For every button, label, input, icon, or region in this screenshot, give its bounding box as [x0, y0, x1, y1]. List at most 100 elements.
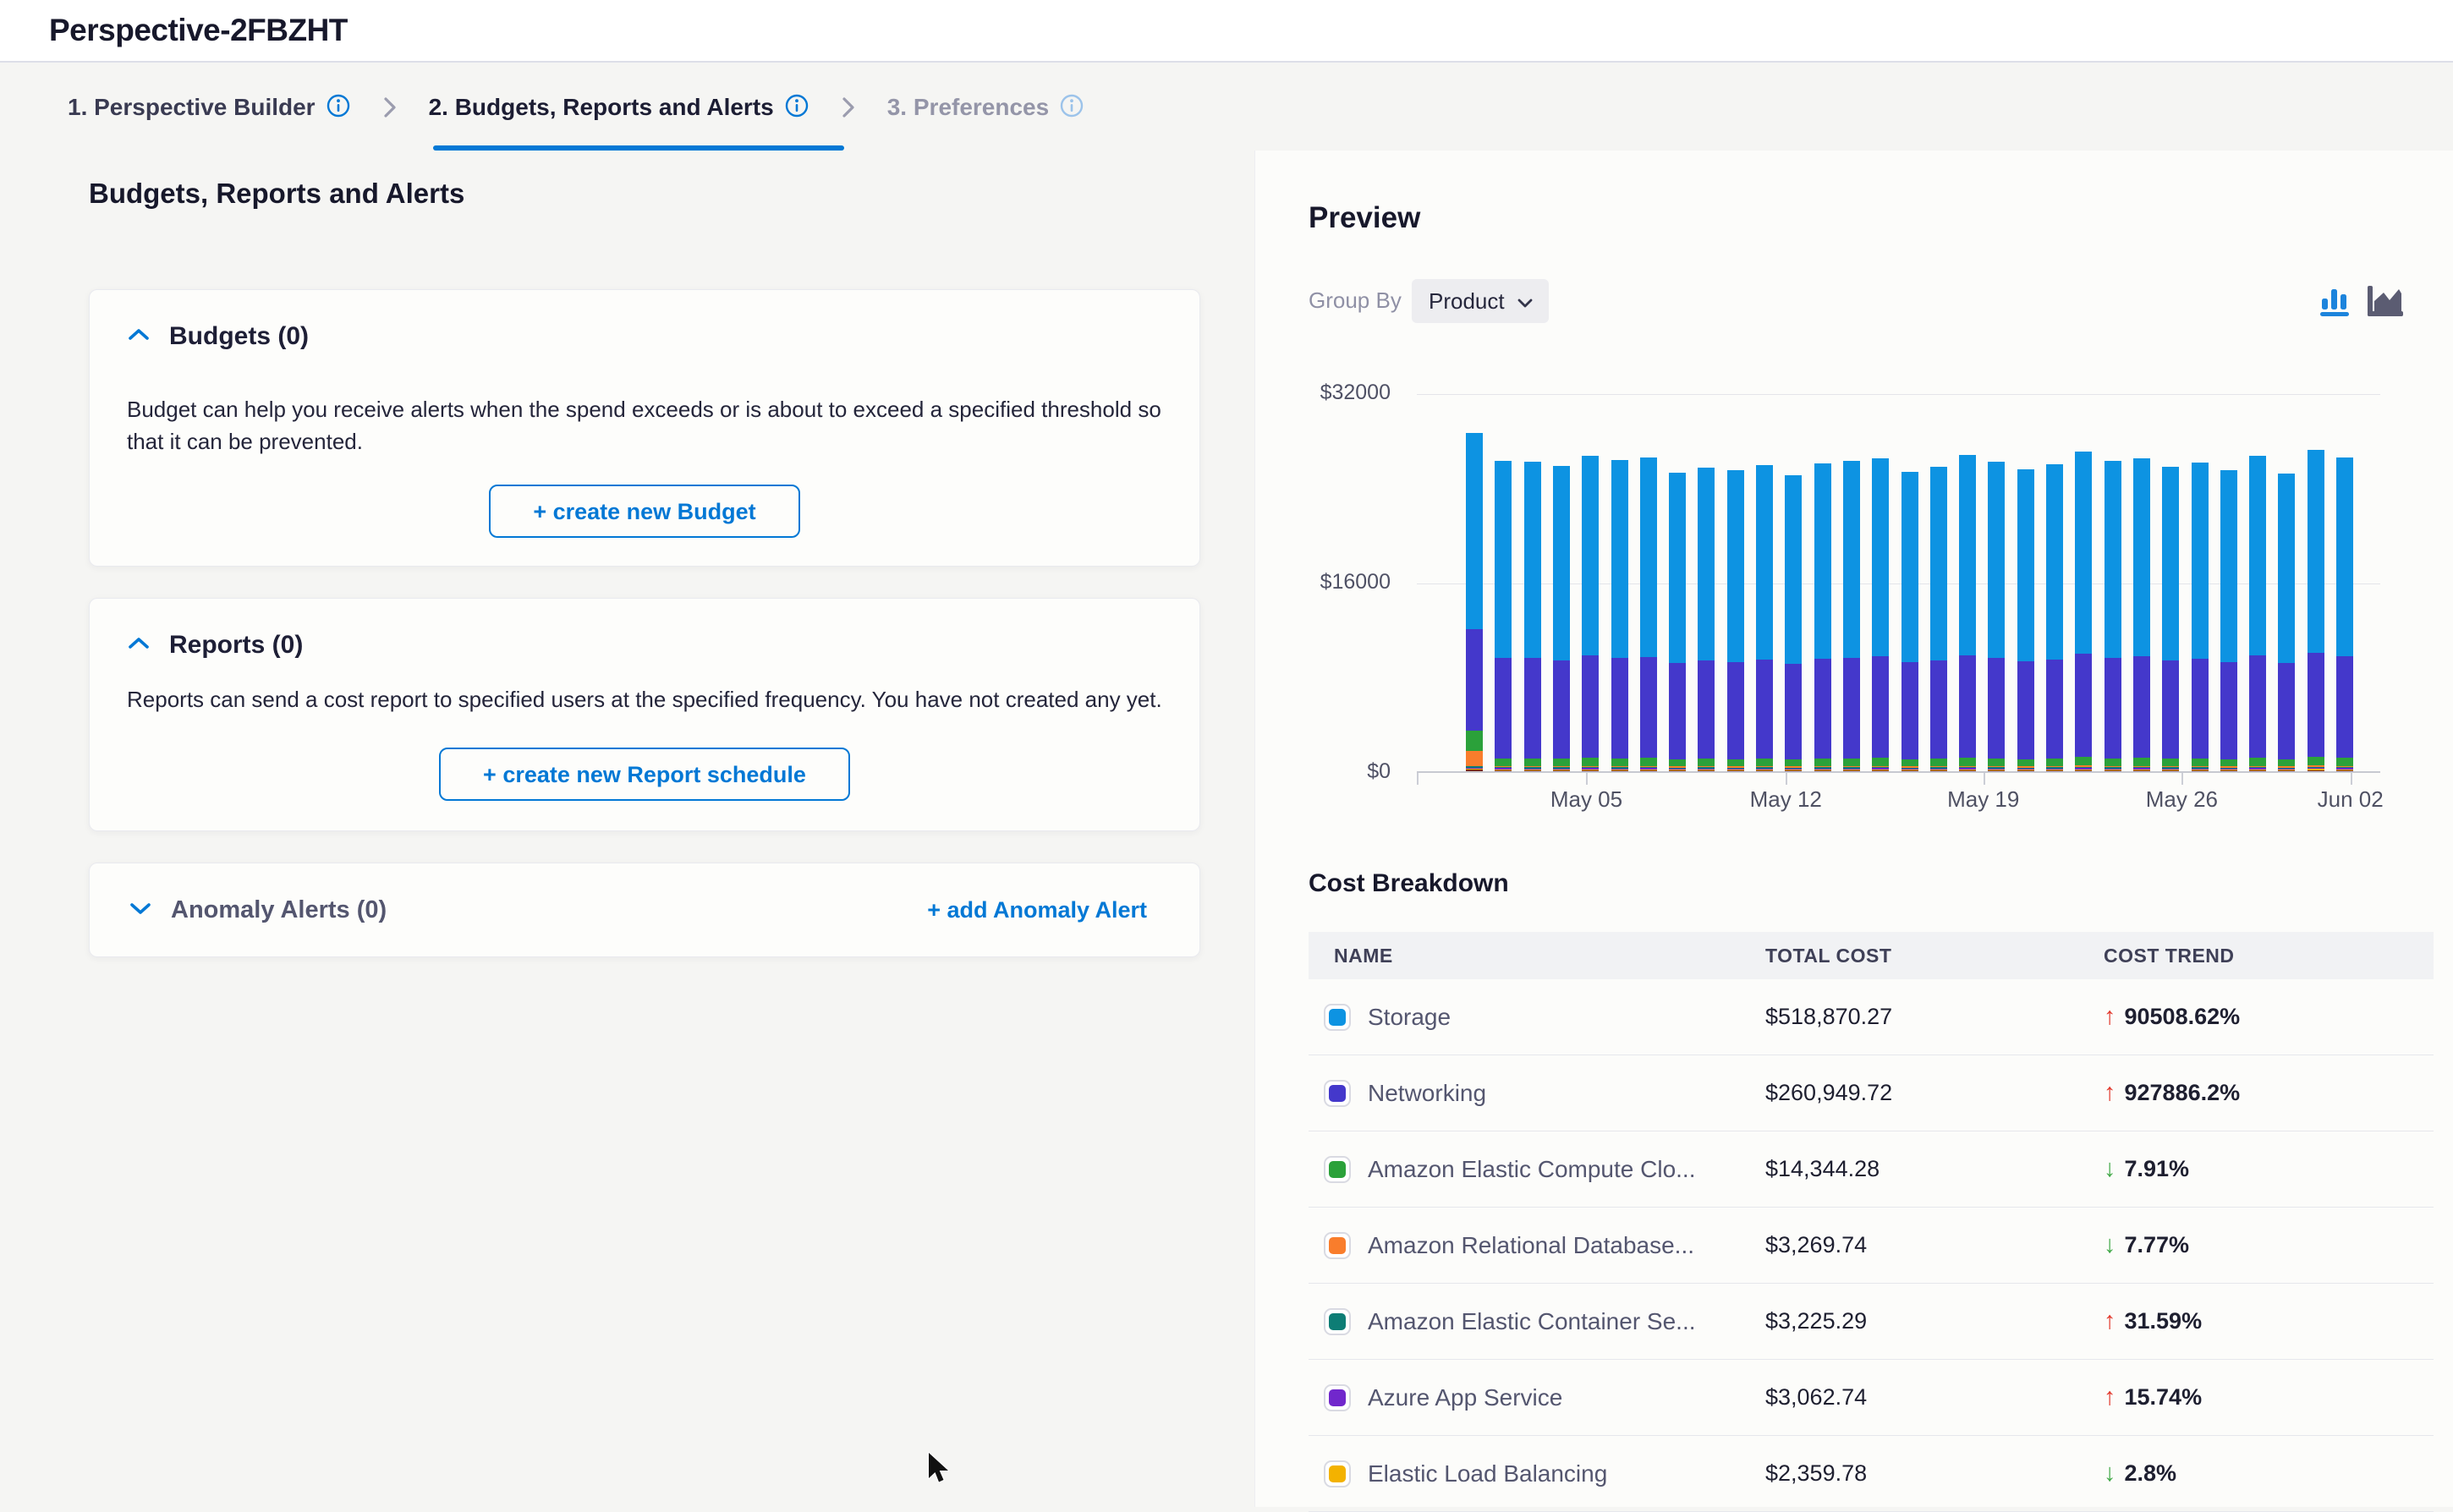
chart-bar[interactable] [2278, 474, 2295, 771]
trend-up-arrow-icon: ↑ [2104, 1081, 2116, 1105]
table-row[interactable]: Networking$260,949.72↑927886.2% [1309, 1055, 2434, 1131]
table-row[interactable]: Amazon Elastic Compute Clo... $14,344.28↓… [1309, 1131, 2434, 1208]
chart-bar[interactable] [1553, 466, 1570, 771]
product-name: Elastic Load Balancing [1368, 1460, 1607, 1487]
create-budget-button[interactable]: + create new Budget [489, 485, 799, 538]
chart-bar[interactable] [1669, 473, 1686, 771]
chart-bar[interactable] [1524, 462, 1541, 771]
x-axis-label: May 19 [1947, 786, 2019, 813]
perspective-title: Perspective-2FBZHT [49, 0, 348, 61]
legend-color-swatch [1324, 1232, 1351, 1259]
reports-collapse-toggle[interactable]: Reports (0) [90, 599, 1199, 660]
info-icon [326, 93, 351, 123]
table-row[interactable]: Storage$518,870.27↑90508.62% [1309, 979, 2434, 1055]
total-cost-value: $3,225.29 [1765, 1308, 2104, 1334]
add-anomaly-alert-link[interactable]: + add Anomaly Alert [927, 897, 1147, 923]
chart-bar[interactable] [2220, 470, 2237, 771]
legend-color-swatch [1324, 1308, 1351, 1335]
chart-bar[interactable] [1727, 470, 1744, 771]
total-cost-value: $2,359.78 [1765, 1460, 2104, 1487]
trend-down-arrow-icon: ↓ [2104, 1157, 2116, 1181]
legend-color-swatch [1324, 1080, 1351, 1107]
total-cost-value: $3,062.74 [1765, 1384, 2104, 1411]
total-cost-value: $3,269.74 [1765, 1232, 2104, 1258]
product-name: Networking [1368, 1080, 1486, 1107]
table-row[interactable]: Azure App Service$3,062.74↑15.74% [1309, 1360, 2434, 1436]
total-cost-value: $14,344.28 [1765, 1156, 2104, 1182]
axis-tick [1417, 773, 1419, 785]
chart-bar[interactable] [2017, 469, 2034, 771]
cost-trend-value: ↓7.77% [2104, 1232, 2434, 1258]
budgets-collapse-toggle[interactable]: Budgets (0) [90, 290, 1199, 351]
tab-preferences[interactable]: 3. Preferences [887, 93, 1084, 123]
legend-color-swatch [1324, 1004, 1351, 1031]
y-axis-label: $0 [1265, 759, 1391, 784]
axis-tick [1786, 773, 1787, 785]
chart-bar[interactable] [1785, 475, 1802, 771]
chart-bar[interactable] [1988, 462, 2005, 771]
chart-bar[interactable] [2336, 457, 2353, 771]
cost-trend-value: ↓7.91% [2104, 1156, 2434, 1182]
wizard-tab-bar: 1. Perspective Builder 2. Budgets, Repor… [0, 64, 2453, 151]
app-header: Perspective-2FBZHT [0, 0, 2453, 63]
chart-bar[interactable] [1640, 457, 1657, 771]
chevron-up-icon [127, 636, 151, 655]
tab-label: 2. Budgets, Reports and Alerts [429, 94, 774, 121]
chart-bar[interactable] [1872, 458, 1889, 771]
reports-description: Reports can send a cost report to specif… [127, 683, 1162, 715]
chart-bar[interactable] [2249, 456, 2266, 771]
chart-bar[interactable] [1959, 455, 1976, 771]
cost-trend-value: ↑927886.2% [2104, 1080, 2434, 1106]
chart-bar[interactable] [1698, 468, 1715, 771]
product-name: Amazon Elastic Compute Clo... [1368, 1156, 1696, 1183]
page-heading: Budgets, Reports and Alerts [89, 178, 464, 210]
chart-plot [1417, 394, 2380, 773]
chart-bar[interactable] [2308, 450, 2324, 771]
left-pane: Budgets, Reports and Alerts Budgets (0) … [0, 151, 1254, 1507]
x-axis: May 05May 12May 19May 26Jun 02 [1417, 786, 2380, 817]
chart-bar[interactable] [1756, 465, 1773, 771]
chevron-up-icon [127, 327, 151, 347]
chevron-right-icon [840, 94, 857, 121]
table-row[interactable]: Amazon Relational Database...$3,269.74↓7… [1309, 1208, 2434, 1284]
x-axis-label: May 12 [1750, 786, 1822, 813]
chart-bar[interactable] [2162, 467, 2179, 771]
tab-budgets-reports-alerts[interactable]: 2. Budgets, Reports and Alerts [429, 93, 809, 123]
axis-tick [1586, 773, 1588, 785]
gridline [1417, 394, 2380, 395]
chart-bar[interactable] [1843, 461, 1860, 771]
chart-bar[interactable] [1611, 460, 1628, 771]
info-icon [1059, 93, 1084, 123]
anomaly-collapse-toggle[interactable]: Anomaly Alerts (0) [129, 896, 387, 924]
chart-bar[interactable] [1582, 456, 1599, 771]
anomaly-alerts-card: Anomaly Alerts (0) + add Anomaly Alert [89, 863, 1200, 957]
reports-card: Reports (0) Reports can send a cost repo… [89, 598, 1200, 831]
x-axis-label: May 05 [1550, 786, 1622, 813]
trend-down-arrow-icon: ↓ [2104, 1461, 2116, 1486]
y-axis-label: $32000 [1265, 381, 1391, 405]
chart-bar[interactable] [2075, 452, 2092, 771]
chevron-down-icon [129, 901, 152, 920]
trend-up-arrow-icon: ↑ [2104, 1309, 2116, 1334]
table-row[interactable]: Elastic Load Balancing$2,359.78↓2.8% [1309, 1436, 2434, 1512]
table-row[interactable]: Amazon Elastic Container Se...$3,225.29↑… [1309, 1284, 2434, 1360]
legend-color-swatch [1324, 1384, 1351, 1411]
preview-chart: $32000 $16000 $0 May 05May 12May 19May 2… [1255, 151, 2453, 835]
chart-bar[interactable] [1814, 463, 1831, 771]
cost-breakdown-header: NAME TOTAL COST COST TREND [1309, 932, 2434, 979]
chart-bar[interactable] [1466, 433, 1483, 771]
budgets-card: Budgets (0) Budget can help you receive … [89, 289, 1200, 567]
preview-panel: Preview Group By Product $32000 $16000 [1254, 151, 2453, 1507]
create-report-schedule-button[interactable]: + create new Report schedule [439, 748, 850, 801]
tab-perspective-builder[interactable]: 1. Perspective Builder [68, 93, 351, 123]
chart-bar[interactable] [2133, 458, 2150, 771]
axis-tick [2181, 773, 2183, 785]
chart-bar[interactable] [2192, 463, 2209, 771]
chart-bar[interactable] [2046, 464, 2063, 771]
column-header-name: NAME [1309, 945, 1765, 967]
chart-bar[interactable] [1901, 472, 1918, 771]
cost-breakdown-title: Cost Breakdown [1309, 869, 1509, 898]
chart-bar[interactable] [1930, 467, 1947, 771]
chart-bar[interactable] [1495, 461, 1512, 771]
chart-bar[interactable] [2105, 461, 2121, 771]
